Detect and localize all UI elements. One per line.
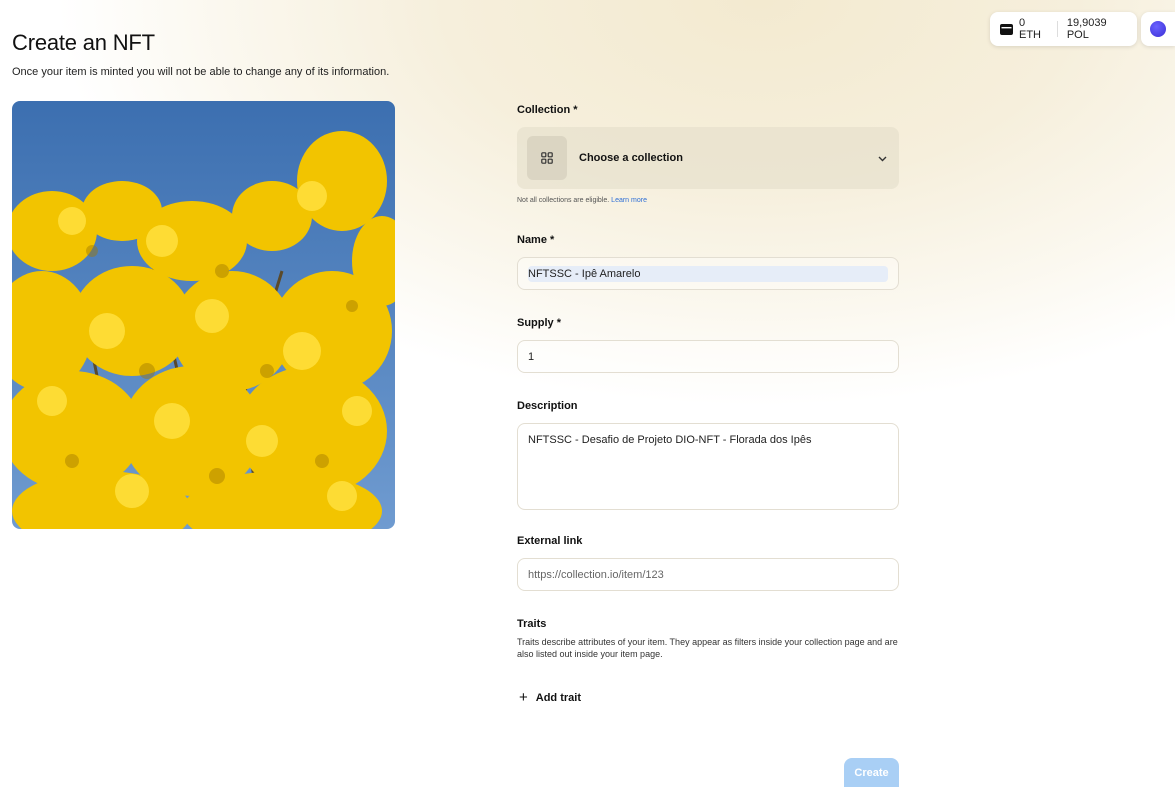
pol-balance: 19,9039 POL [1066,17,1107,41]
description-label: Description [517,400,578,412]
avatar [1150,21,1166,37]
name-label: Name * [517,234,555,246]
external-link-label: External link [517,535,583,547]
add-trait-label: Add trait [535,691,581,704]
description-textarea[interactable]: NFTSSC - Desafio de Projeto DIO-NFT - Fl… [517,423,899,510]
external-link-input[interactable]: https://collection.io/item/123 [517,558,899,591]
supply-input-value: 1 [528,350,535,363]
wallet-icon [1000,23,1013,35]
collection-select-label: Choose a collection [579,152,683,164]
add-trait-button[interactable]: + Add trait [519,689,581,706]
page-subtitle: Once your item is minted you will not be… [12,66,390,78]
name-input[interactable]: NFTSSC - Ipê Amarelo [517,257,899,290]
collection-label: Collection * [517,104,578,116]
wallet-balance-button[interactable]: 0 ETH 19,9039 POL [990,12,1137,46]
profile-button[interactable] [1141,12,1175,46]
nft-preview-image[interactable] [12,101,395,529]
plus-icon: + [519,689,528,706]
chevron-down-icon [878,149,887,167]
yellow-ipe-flowers-image [12,101,395,529]
name-input-value: NFTSSC - Ipê Amarelo [528,265,888,282]
collection-hint: Not all collections are eligible. Learn … [517,197,647,204]
create-button[interactable]: Create [844,758,899,787]
learn-more-link[interactable]: Learn more [611,197,647,204]
traits-label: Traits [517,618,547,630]
eth-balance: 0 ETH [1019,17,1041,41]
traits-description: Traits describe attributes of your item.… [517,637,898,659]
description-value: NFTSSC - Desafio de Projeto DIO-NFT - Fl… [528,434,812,446]
supply-input[interactable]: 1 [517,340,899,373]
collection-select[interactable]: Choose a collection [517,127,899,189]
page-title: Create an NFT [12,30,155,55]
external-link-placeholder: https://collection.io/item/123 [528,568,664,581]
supply-label: Supply * [517,317,562,329]
divider [1056,21,1058,37]
grid-icon [527,136,567,180]
